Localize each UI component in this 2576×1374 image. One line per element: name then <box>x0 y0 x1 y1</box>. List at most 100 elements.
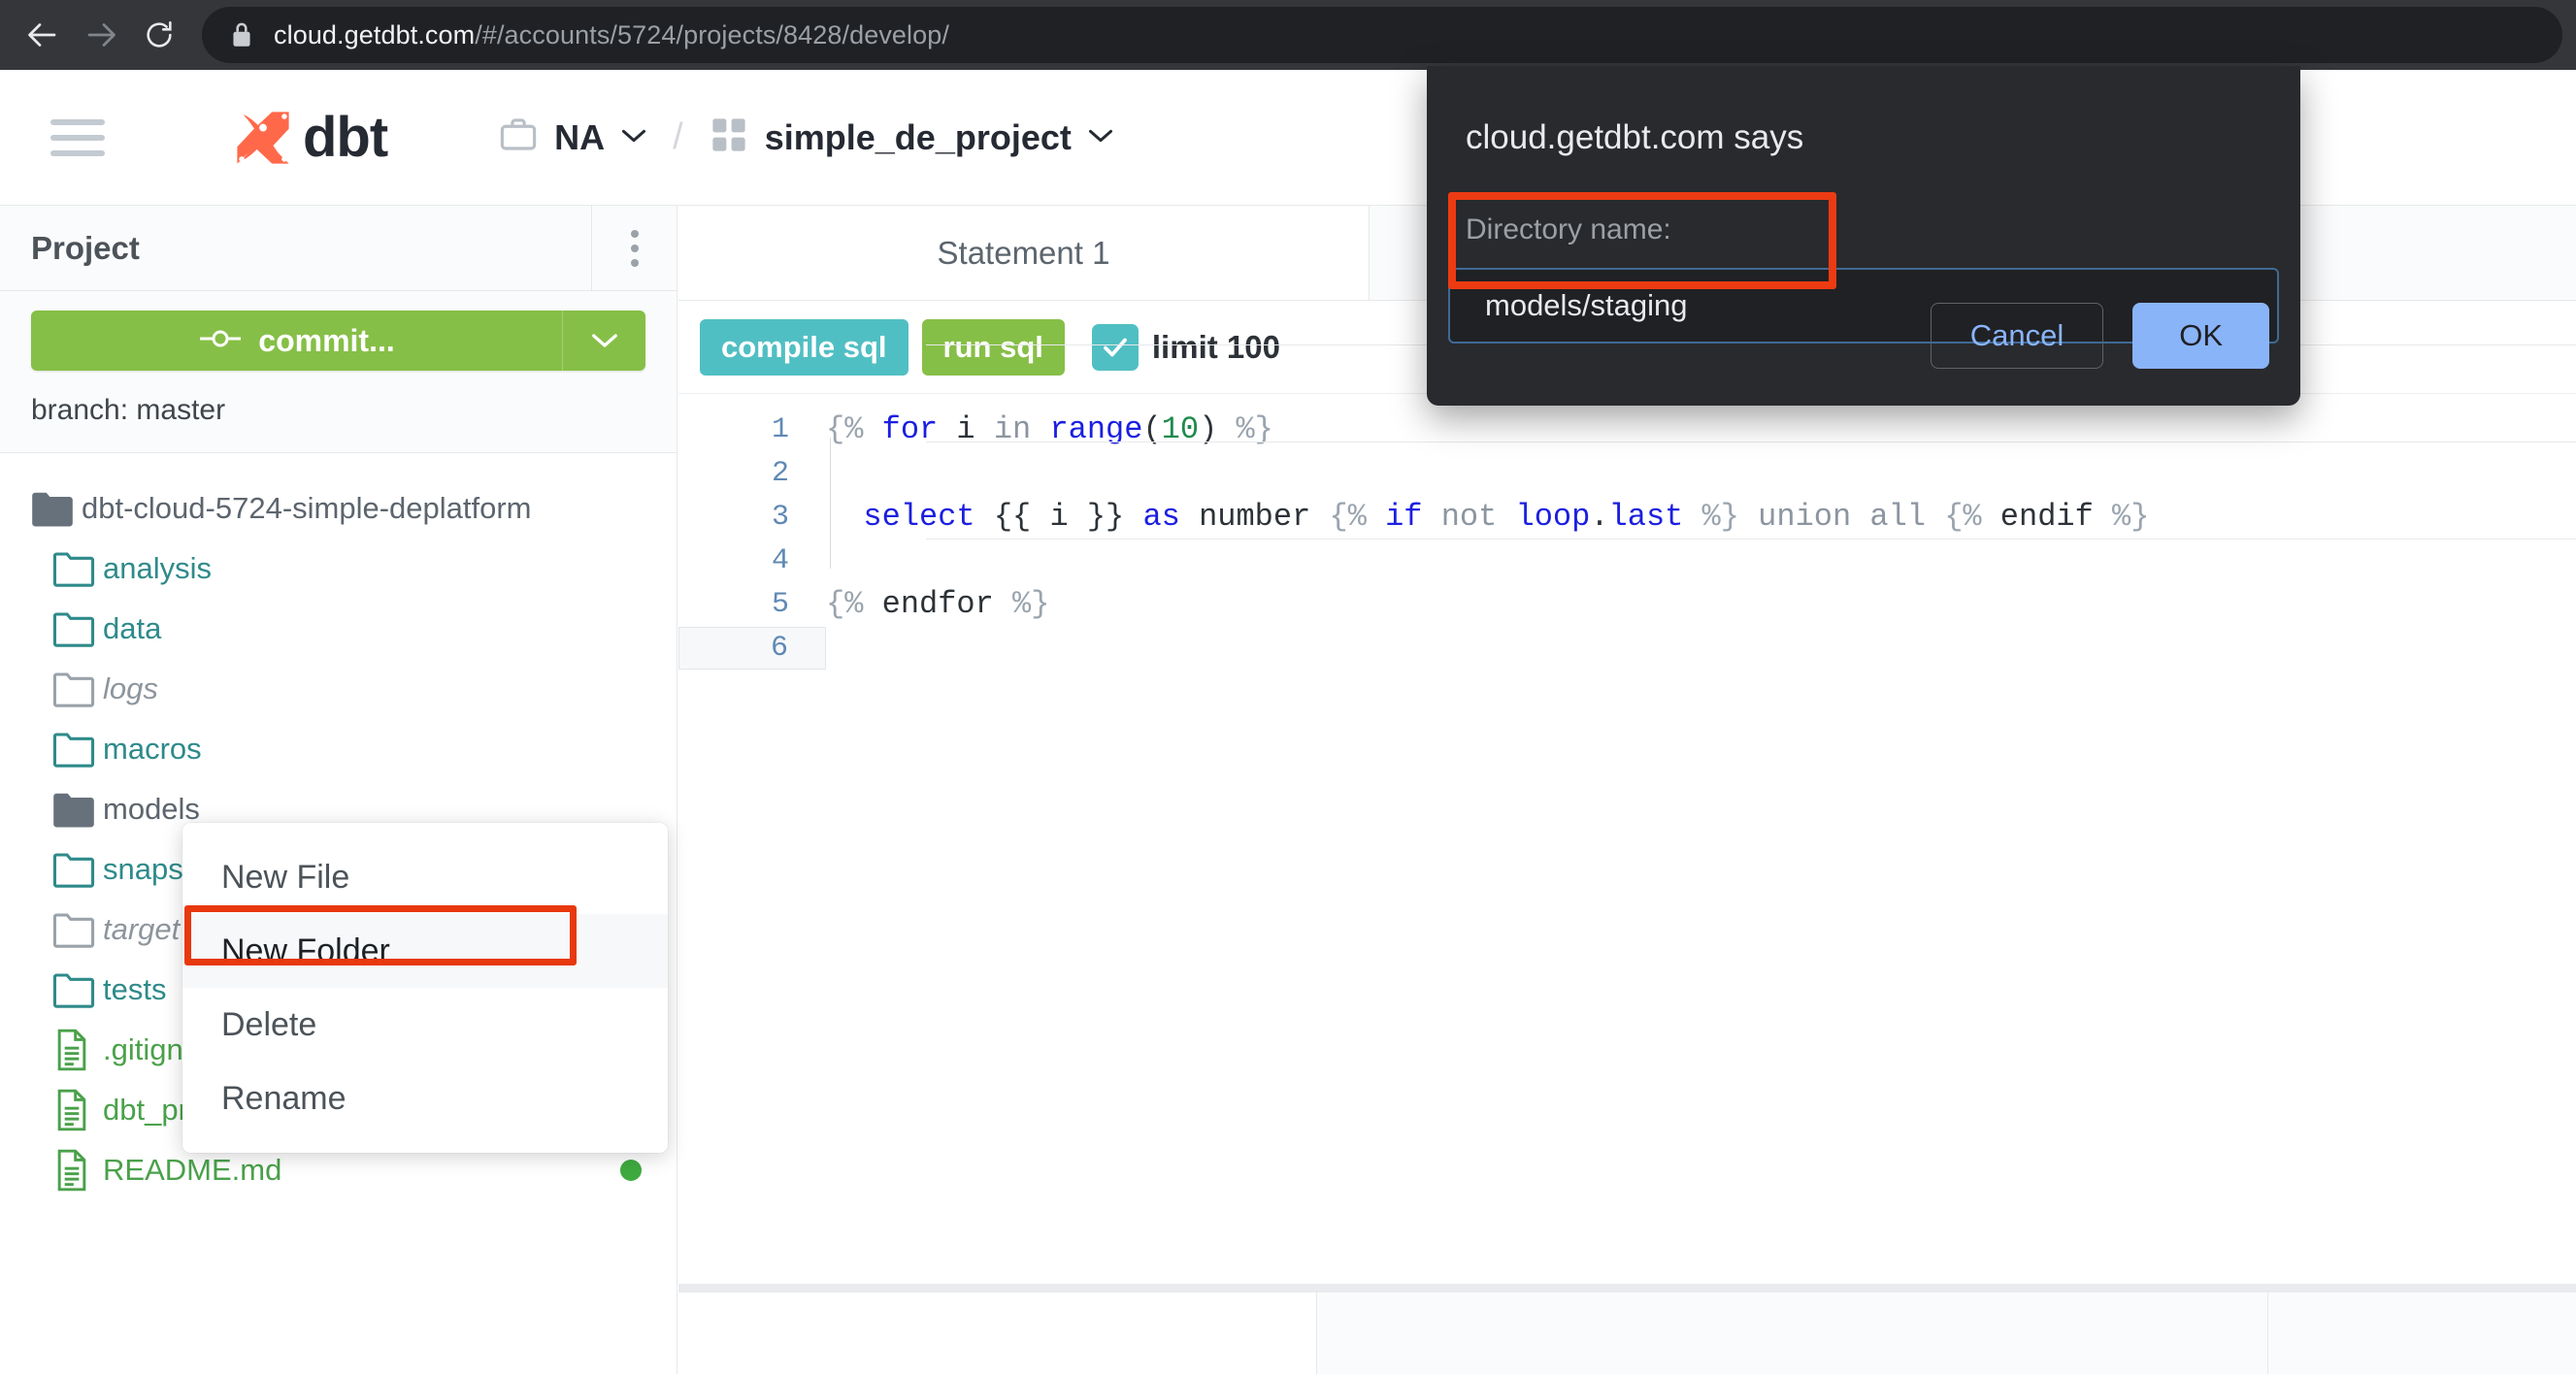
grid-squares-icon <box>709 114 749 160</box>
limit-label: limit 100 <box>1152 329 1280 366</box>
briefcase-icon <box>498 114 539 160</box>
code-line-text: select {{ i }} as number {% if not loop.… <box>826 499 2149 535</box>
dbt-wordmark: dbt <box>303 105 387 170</box>
account-selector[interactable]: NA <box>498 114 647 160</box>
line-number: 4 <box>678 544 826 577</box>
dialog-title: cloud.getdbt.com says <box>1466 118 1803 157</box>
tree-item-dbt-cloud-5724-simple-deplatform[interactable]: dbt-cloud-5724-simple-deplatform <box>0 478 677 539</box>
code-line-text: {% endfor %} <box>826 586 1049 622</box>
line-number: 2 <box>678 457 826 490</box>
results-cell <box>2268 1292 2576 1374</box>
tree-item-logs[interactable]: logs <box>0 659 677 719</box>
menu-item-label: New Folder <box>221 932 390 970</box>
lock-icon <box>229 20 254 49</box>
results-cell <box>678 1292 1317 1374</box>
url-host: cloud.getdbt.com <box>274 20 475 49</box>
indent-guide <box>830 438 831 569</box>
tab-statement-1[interactable]: Statement 1 <box>678 206 1370 300</box>
account-label: NA <box>554 117 605 158</box>
menu-item-rename[interactable]: Rename <box>182 1062 668 1135</box>
menu-item-label: Delete <box>221 1006 316 1044</box>
dbt-logo-icon <box>227 102 299 174</box>
commit-button[interactable]: commit... <box>31 311 645 371</box>
line-number: 1 <box>678 413 826 446</box>
address-bar[interactable]: cloud.getdbt.com/#/accounts/5724/project… <box>202 7 2562 63</box>
folder-icon <box>52 911 103 948</box>
breadcrumb-separator: / <box>673 116 683 158</box>
back-icon[interactable] <box>14 6 72 64</box>
hamburger-menu-icon[interactable] <box>50 119 105 156</box>
forward-icon[interactable] <box>72 6 130 64</box>
folder-icon <box>52 550 103 587</box>
run-sql-button[interactable]: run sql <box>922 319 1065 376</box>
tab-label: Statement 1 <box>938 235 1110 272</box>
browser-prompt-dialog: cloud.getdbt.com says Directory name: mo… <box>1427 66 2300 406</box>
commit-area: commit... branch: master <box>0 291 677 453</box>
folder-icon <box>52 731 103 768</box>
kebab-menu-icon[interactable] <box>591 206 677 291</box>
cancel-button[interactable]: Cancel <box>1931 303 2104 369</box>
panel-divider <box>926 539 2576 540</box>
line-number: 5 <box>678 588 826 621</box>
tree-item-label: analysis <box>103 551 212 586</box>
tree-item-label: macros <box>103 732 202 767</box>
browser-chrome: cloud.getdbt.com/#/accounts/5724/project… <box>0 0 2576 70</box>
results-cell <box>1317 1292 2268 1374</box>
tree-item-label: tests <box>103 972 166 1007</box>
tree-item-label: data <box>103 611 161 646</box>
project-label: simple_de_project <box>765 117 1072 158</box>
tree-item-analysis[interactable]: analysis <box>0 539 677 599</box>
folder-icon <box>52 610 103 647</box>
code-line[interactable]: 1{% for i in range(10) %} <box>678 408 2576 451</box>
code-editor[interactable]: 1{% for i in range(10) %} 2 3 select {{ i … <box>678 394 2576 670</box>
menu-item-label: New File <box>221 859 349 897</box>
line-number: 6 <box>678 627 826 670</box>
code-line[interactable]: 4 <box>678 539 2576 582</box>
dialog-prompt-label: Directory name: <box>1466 213 1671 246</box>
results-panel-divider[interactable] <box>678 1284 2576 1292</box>
results-panel <box>678 1292 2576 1374</box>
folder-icon <box>52 851 103 888</box>
code-line[interactable]: 2 <box>678 451 2576 495</box>
line-number: 3 <box>678 501 826 534</box>
menu-item-delete[interactable]: Delete <box>182 988 668 1062</box>
file-icon <box>52 1089 103 1131</box>
tree-item-label: target <box>103 912 180 947</box>
chevron-down-icon <box>620 125 647 150</box>
reload-icon[interactable] <box>130 6 188 64</box>
project-panel-header: Project <box>0 206 677 291</box>
commit-node-icon <box>198 326 243 356</box>
tree-item-label: models <box>103 792 200 827</box>
file-icon <box>52 1029 103 1071</box>
chevron-down-icon <box>1087 125 1114 150</box>
code-line[interactable]: 5{% endfor %} <box>678 582 2576 626</box>
folder-open-icon <box>31 490 82 527</box>
compile-sql-button[interactable]: compile sql <box>700 319 908 376</box>
project-selector[interactable]: simple_de_project <box>709 114 1114 160</box>
tree-item-macros[interactable]: macros <box>0 719 677 779</box>
chevron-down-icon <box>590 332 619 349</box>
url-path: /#/accounts/5724/projects/8428/develop/ <box>475 20 949 49</box>
tree-item-label: dbt-cloud-5724-simple-deplatform <box>82 491 532 526</box>
folder-icon <box>52 671 103 707</box>
url-text: cloud.getdbt.com/#/accounts/5724/project… <box>274 20 949 50</box>
menu-item-new-folder[interactable]: New Folder <box>182 914 668 988</box>
commit-button-main[interactable]: commit... <box>31 323 562 359</box>
limit-toggle[interactable]: limit 100 <box>1092 324 1280 371</box>
dbt-logo[interactable]: dbt <box>227 102 387 174</box>
tree-item-data[interactable]: data <box>0 599 677 659</box>
commit-dropdown-toggle[interactable] <box>562 311 645 371</box>
folder-open-icon <box>52 791 103 828</box>
code-line[interactable]: 6 <box>678 626 2576 670</box>
project-sidebar: Project commit... branch: master dbt-clo… <box>0 206 677 1374</box>
ok-button[interactable]: OK <box>2132 303 2269 369</box>
code-line[interactable]: 3 select {{ i }} as number {% if not loo… <box>678 495 2576 539</box>
checkbox-checked-icon[interactable] <box>1092 324 1139 371</box>
unsaved-status-dot <box>620 1160 642 1181</box>
directory-name-value: models/staging <box>1485 288 1688 323</box>
menu-item-new-file[interactable]: New File <box>182 840 668 914</box>
tree-item-label: README.md <box>103 1153 281 1188</box>
tree-item-label: logs <box>103 671 158 706</box>
branch-label: branch: master <box>31 394 645 427</box>
file-icon <box>52 1149 103 1192</box>
